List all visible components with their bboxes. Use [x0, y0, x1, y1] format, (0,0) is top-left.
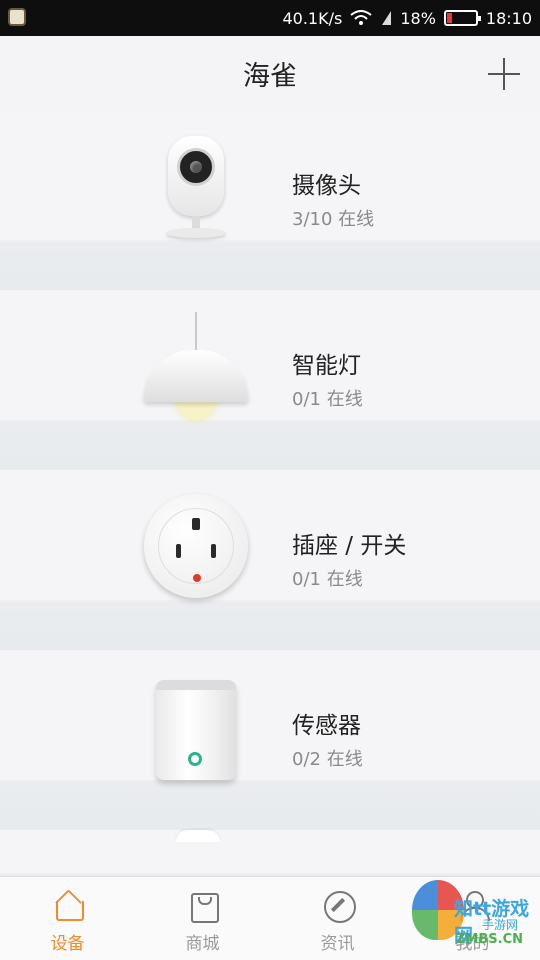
battery-percent: 18%	[400, 8, 436, 28]
device-card-camera[interactable]: 摄像头 3/10 在线	[0, 110, 540, 290]
home-icon	[52, 889, 84, 921]
app-notification-icon	[8, 8, 26, 26]
nav-label: 商城	[185, 934, 220, 954]
device-card-sensor[interactable]: 传感器 0/2 在线	[0, 650, 540, 830]
device-card-lamp[interactable]: 智能灯 0/1 在线	[0, 290, 540, 470]
battery-level-fill	[446, 13, 452, 23]
add-device-button[interactable]	[486, 56, 522, 92]
camera-icon	[138, 132, 254, 252]
status-bar: 40.1K/s 18% 18:10	[0, 0, 540, 36]
nav-tab-store[interactable]: 商城	[135, 877, 270, 960]
watermark-subtext: 手游网	[482, 918, 519, 932]
device-online-status: 0/1 在线	[292, 569, 363, 590]
page-title: 海雀	[243, 61, 297, 92]
nav-label: 设备	[50, 934, 85, 954]
status-bar-right: 40.1K/s 18% 18:10	[282, 0, 532, 36]
device-online-status: 0/2 在线	[292, 749, 363, 770]
sensor-icon	[138, 672, 254, 792]
device-name: 传感器	[292, 713, 361, 739]
nav-tab-devices[interactable]: 设备	[0, 877, 135, 960]
signal-icon	[380, 10, 392, 26]
device-online-status: 0/1 在线	[292, 389, 363, 410]
device-name: 摄像头	[292, 173, 361, 199]
lamp-icon	[138, 312, 254, 432]
wifi-icon	[350, 10, 372, 26]
device-card-socket[interactable]: 插座 / 开关 0/1 在线	[0, 470, 540, 650]
battery-icon	[443, 10, 481, 26]
device-online-status: 3/10 在线	[292, 209, 375, 230]
device-name: 智能灯	[292, 353, 361, 379]
device-name: 插座 / 开关	[292, 533, 407, 559]
socket-icon	[138, 492, 254, 612]
watermark-domain: ZMBS.CN	[456, 932, 523, 947]
network-speed: 40.1K/s	[282, 8, 343, 28]
clock: 18:10	[485, 8, 532, 28]
app-header: 海雀	[0, 36, 540, 110]
bag-icon	[187, 889, 219, 923]
compass-icon	[322, 889, 356, 923]
device-partial-icon	[176, 830, 220, 842]
device-list: 摄像头 3/10 在线 智能灯 0/1 在线 插座 / 开关 0/1 在线 传感…	[0, 110, 540, 890]
site-watermark: 知tt游戏网 手游网 ZMBS.CN	[364, 876, 534, 960]
